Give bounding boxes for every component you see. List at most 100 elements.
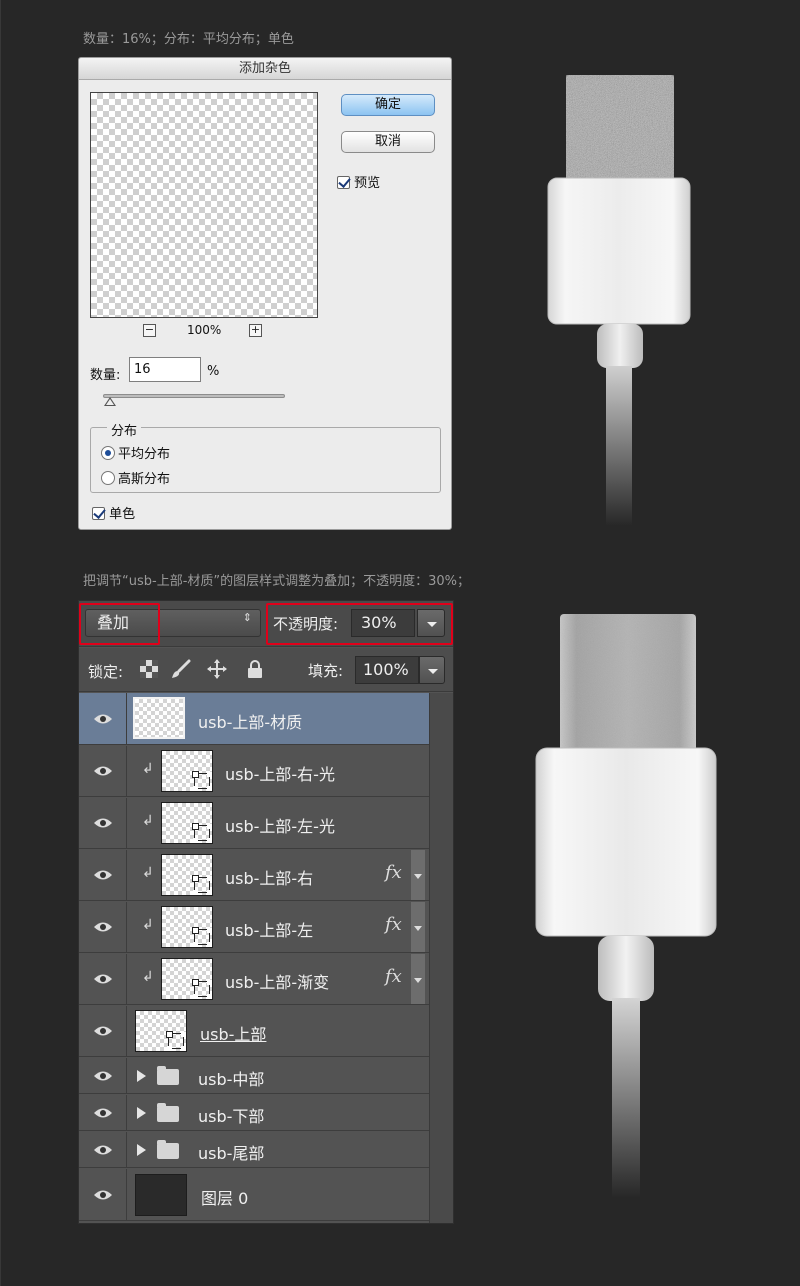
fill-dropdown-button[interactable]	[419, 656, 445, 684]
monochromatic-checkbox[interactable]	[92, 507, 105, 520]
lock-image-pixels-brush-icon[interactable]	[171, 659, 191, 679]
lock-transparent-pixels-icon[interactable]	[139, 659, 159, 679]
vector-mask-icon	[166, 1031, 184, 1049]
visibility-toggle[interactable]	[79, 1095, 127, 1130]
eye-icon[interactable]	[93, 713, 113, 725]
amount-label: 数量:	[90, 368, 121, 383]
expand-effects-arrow-icon[interactable]	[411, 850, 425, 900]
layer-thumbnail	[161, 854, 213, 896]
layer-row-layer-0[interactable]: 图层 0	[79, 1169, 429, 1221]
caption-noise-settings: 数量：16%；分布：平均分布；单色	[83, 32, 294, 47]
uniform-radio[interactable]	[101, 446, 115, 460]
layer-row-usb-top-left-light[interactable]: ↲ usb-上部-左-光	[79, 798, 429, 849]
visibility-toggle[interactable]	[79, 1058, 127, 1093]
lock-bar: 锁定: 填充: 100%	[79, 648, 453, 692]
eye-icon[interactable]	[93, 973, 113, 985]
layer-name: usb-上部-左-光	[225, 817, 335, 836]
visibility-toggle[interactable]	[79, 693, 127, 744]
visibility-toggle[interactable]	[79, 798, 127, 848]
visibility-toggle[interactable]	[79, 954, 127, 1004]
eye-icon[interactable]	[93, 1144, 113, 1156]
eye-icon[interactable]	[93, 817, 113, 829]
folder-icon	[157, 1066, 179, 1085]
visibility-toggle[interactable]	[79, 1169, 127, 1220]
lock-all-icon[interactable]	[245, 659, 265, 679]
cancel-button[interactable]: 取消	[341, 131, 435, 153]
distribution-uniform-option[interactable]: 平均分布	[101, 443, 170, 462]
layer-row-usb-top-right-light[interactable]: ↲ usb-上部-右-光	[79, 746, 429, 797]
visibility-toggle[interactable]	[79, 746, 127, 796]
fill-input[interactable]: 100%	[355, 656, 419, 684]
layer-name: usb-上部-渐变	[225, 973, 330, 992]
layer-thumbnail	[161, 906, 213, 948]
visibility-toggle[interactable]	[79, 850, 127, 900]
clipping-mask-icon: ↲	[142, 917, 154, 933]
preview-option[interactable]: 预览	[337, 172, 380, 191]
eye-icon[interactable]	[93, 1025, 113, 1037]
layer-row-usb-top[interactable]: usb-上部	[79, 1006, 429, 1057]
layer-thumbnail	[133, 697, 185, 739]
layer-thumbnail	[161, 802, 213, 844]
vector-mask-icon	[192, 979, 210, 997]
expand-triangle-icon[interactable]	[137, 1107, 146, 1119]
amount-slider-thumb[interactable]	[104, 397, 117, 406]
layer-row-usb-top-left[interactable]: ↲ usb-上部-左 fx	[79, 902, 429, 953]
visibility-toggle[interactable]	[79, 1006, 127, 1056]
expand-effects-arrow-icon[interactable]	[411, 902, 425, 952]
group-row-usb-tail[interactable]: usb-尾部	[79, 1132, 429, 1168]
add-noise-dialog: 添加杂色 − 100% + 确定 取消 预览 数量: 16 % 分布 平均分布 …	[78, 57, 452, 530]
eye-icon[interactable]	[93, 869, 113, 881]
distribution-legend: 分布	[107, 420, 142, 439]
expand-triangle-icon[interactable]	[137, 1144, 146, 1156]
group-row-usb-middle[interactable]: usb-中部	[79, 1058, 429, 1094]
zoom-in-button[interactable]: +	[249, 324, 262, 337]
preview-checkbox[interactable]	[337, 176, 350, 189]
group-row-usb-bottom[interactable]: usb-下部	[79, 1095, 429, 1131]
usb-connector-preview-noise	[547, 75, 691, 526]
noise-preview-canvas[interactable]	[90, 92, 318, 318]
layer-effects-icon[interactable]: fx	[385, 914, 402, 935]
layers-panel: 叠加 ⇕ 不透明度: 30% 锁定: 填充: 100% usb-上部-材质 ↲ …	[78, 600, 454, 1224]
layer-name: 图层 0	[201, 1189, 249, 1208]
eye-icon[interactable]	[93, 921, 113, 933]
fill-label: 填充:	[308, 662, 344, 680]
monochromatic-option[interactable]: 单色	[92, 503, 135, 522]
distribution-gaussian-option[interactable]: 高斯分布	[101, 468, 170, 487]
folder-icon	[157, 1140, 179, 1159]
layer-row-usb-top-material[interactable]: usb-上部-材质	[79, 693, 429, 745]
amount-slider[interactable]	[103, 394, 285, 398]
zoom-out-button[interactable]: −	[143, 324, 156, 337]
layer-thumbnail	[135, 1010, 187, 1052]
gaussian-radio[interactable]	[101, 471, 115, 485]
layer-effects-icon[interactable]: fx	[385, 966, 402, 987]
layers-scrollbar[interactable]	[429, 693, 453, 1223]
visibility-toggle[interactable]	[79, 902, 127, 952]
layer-name: usb-上部-左	[225, 921, 314, 940]
eye-icon[interactable]	[93, 1189, 113, 1201]
opacity-highlight-box	[266, 603, 453, 645]
clipping-mask-icon: ↲	[142, 969, 154, 985]
amount-input[interactable]: 16	[129, 357, 201, 382]
lock-position-move-icon[interactable]	[207, 659, 227, 679]
vector-mask-icon	[192, 771, 210, 789]
vector-mask-icon	[192, 927, 210, 945]
visibility-toggle[interactable]	[79, 1132, 127, 1167]
clipping-mask-icon: ↲	[142, 813, 154, 829]
layer-name: usb-上部-材质	[198, 713, 303, 732]
amount-unit: %	[207, 364, 220, 379]
eye-icon[interactable]	[93, 1107, 113, 1119]
expand-triangle-icon[interactable]	[137, 1070, 146, 1082]
layer-row-usb-top-gradient[interactable]: ↲ usb-上部-渐变 fx	[79, 954, 429, 1005]
layer-effects-icon[interactable]: fx	[385, 862, 402, 883]
ok-button[interactable]: 确定	[341, 94, 435, 116]
caption-layer-style: 把调节“usb-上部-材质”的图层样式调整为叠加；不透明度：30%；	[83, 574, 471, 589]
layer-name: usb-上部-右	[225, 869, 314, 888]
expand-effects-arrow-icon[interactable]	[411, 954, 425, 1004]
uniform-label: 平均分布	[118, 447, 171, 462]
blend-mode-arrows-icon: ⇕	[242, 611, 252, 624]
eye-icon[interactable]	[93, 1070, 113, 1082]
vector-mask-icon	[192, 823, 210, 841]
layer-thumbnail	[161, 958, 213, 1000]
eye-icon[interactable]	[93, 765, 113, 777]
layer-row-usb-top-right[interactable]: ↲ usb-上部-右 fx	[79, 850, 429, 901]
